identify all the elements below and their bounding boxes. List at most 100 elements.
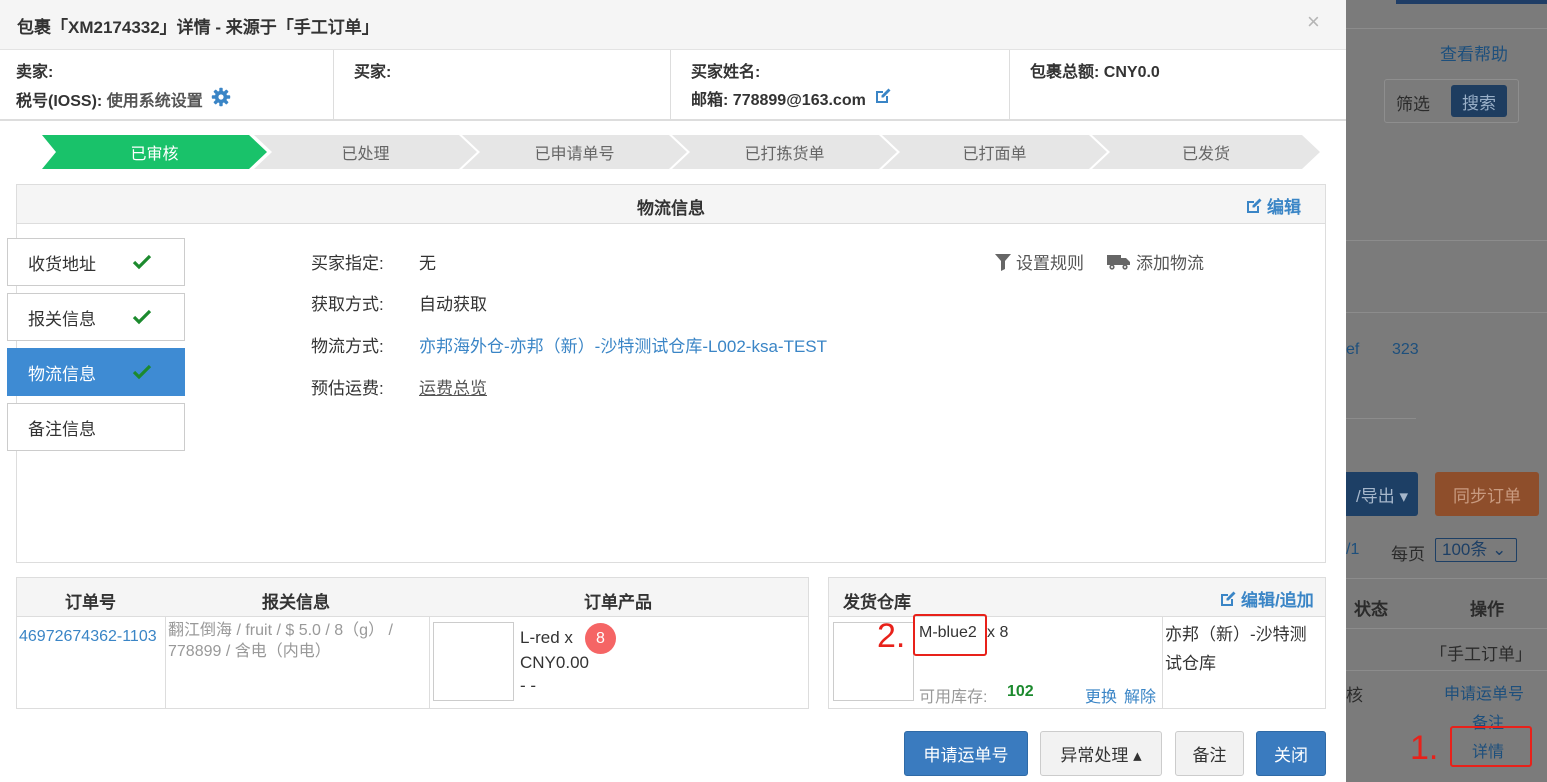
buyer-name-label: 买家姓名: [691, 64, 761, 81]
warehouse-edit-button[interactable]: 编辑/追加 [1219, 586, 1314, 611]
note-button[interactable]: 备注 [1175, 731, 1244, 776]
tab-customs-info[interactable]: 报关信息 [7, 293, 185, 341]
buyer-label: 买家: [354, 64, 392, 81]
step-label: 已处理 [341, 146, 390, 163]
tab-shipping-address[interactable]: 收货地址 [7, 238, 185, 286]
tax-row: 税号(IOSS): 使用系统设置 [16, 87, 333, 117]
order-no-header: 订单号 [65, 593, 116, 612]
buyer-cell: 买家: [334, 50, 671, 119]
tab-notes-info[interactable]: 备注信息 [7, 403, 185, 451]
background-header-strip [1396, 0, 1547, 4]
annotation-box-1 [1450, 726, 1532, 767]
step-picklist-printed: 已打拣货单 [672, 135, 897, 169]
tax-value: 使用系统设置 [106, 93, 203, 111]
warehouse-header: 发货仓库 编辑/追加 [829, 578, 1325, 617]
step-label: 已打面单 [962, 146, 1027, 163]
order-source-text: 「手工订单」 [1430, 645, 1532, 664]
remove-link[interactable]: 解除 [1124, 683, 1156, 707]
field-label-logistics-method: 物流方式: [311, 337, 384, 356]
product-image [433, 622, 514, 701]
set-rule-button[interactable]: 设置规则 [995, 249, 1084, 274]
sync-orders-button[interactable]: 同步订单 [1435, 472, 1539, 516]
export-button[interactable]: /导出 ▾ [1346, 472, 1418, 516]
step-label: 已发货 [1181, 146, 1230, 163]
search-button[interactable]: 搜索 [1451, 85, 1507, 117]
modal-title: 包裹「XM2174332」详情 - 来源于「手工订单」 [17, 18, 379, 37]
seller-label: 卖家: [16, 64, 54, 81]
exception-handling-button[interactable]: 异常处理 ▴ [1040, 731, 1162, 776]
edit-icon [1221, 591, 1236, 606]
close-icon[interactable]: × [1307, 9, 1320, 35]
truck-icon [1107, 254, 1130, 270]
step-label: 已申请单号 [534, 146, 615, 163]
edit-label: 编辑/追加 [1241, 591, 1314, 610]
filter-button[interactable]: 筛选 [1396, 90, 1430, 115]
edit-icon[interactable] [874, 87, 892, 115]
per-page-select[interactable]: 100条 ⌄ [1435, 538, 1517, 562]
background-divider [1346, 628, 1547, 629]
step-processed: 已处理 [254, 135, 477, 169]
tab-label: 物流信息 [28, 364, 96, 384]
close-button[interactable]: 关闭 [1256, 731, 1326, 776]
add-logistics-button[interactable]: 添加物流 [1107, 249, 1204, 274]
background-divider [1346, 312, 1547, 313]
background-divider [1346, 418, 1416, 419]
set-rule-label: 设置规则 [1016, 254, 1084, 273]
apply-tracking-button[interactable]: 申请运单号 [904, 731, 1028, 776]
warehouse-table: 发货仓库 编辑/追加 M-blue2 x 8 2. 可用库存: 102 更换 解… [828, 577, 1326, 709]
logistics-panel: 物流信息 编辑 [16, 184, 1326, 563]
change-link[interactable]: 更换 [1085, 683, 1117, 707]
apply-tracking-link[interactable]: 申请运单号 [1444, 680, 1524, 704]
step-tracking-applied: 已申请单号 [462, 135, 687, 169]
modal-header: 包裹「XM2174332」详情 - 来源于「手工订单」 × [0, 0, 1346, 50]
order-status-text: 核 [1346, 686, 1363, 705]
package-detail-modal: 包裹「XM2174332」详情 - 来源于「手工订单」 × 卖家: 税号(IOS… [0, 0, 1346, 782]
background-divider [1346, 240, 1547, 241]
seller-cell: 卖家: 税号(IOSS): 使用系统设置 [0, 50, 334, 119]
warehouse-column-divider [1162, 617, 1163, 709]
freight-overview-link[interactable]: 运费总览 [419, 374, 487, 399]
warehouse-title: 发货仓库 [843, 593, 911, 612]
field-value-buyer-specified: 无 [419, 254, 436, 273]
check-icon [132, 364, 152, 380]
step-label: 已打拣货单 [744, 146, 825, 163]
page-indicator: /1 [1346, 541, 1360, 558]
total-label: 包裹总额: [1030, 64, 1100, 81]
check-icon [132, 309, 152, 325]
help-link[interactable]: 查看帮助 [1440, 40, 1508, 65]
order-no-link[interactable]: 46972674362-1103 [19, 623, 165, 651]
order-table-header: 订单号 报关信息 订单产品 [17, 578, 808, 617]
product-extra: - - [520, 676, 537, 695]
field-label-fetch-method: 获取方式: [311, 295, 384, 314]
annotation-number-1: 1. [1410, 729, 1439, 767]
gear-icon[interactable] [211, 87, 231, 117]
stock-label: 可用库存: [919, 689, 988, 706]
logistics-method-link[interactable]: 亦邦海外仓-亦邦（新）-沙特测试仓库-L002-ksa-TEST [419, 332, 827, 357]
annotation-number-2: 2. [877, 617, 906, 655]
edit-label: 编辑 [1267, 198, 1301, 217]
stock-value: 102 [1007, 683, 1034, 700]
filter-icon [995, 253, 1011, 271]
email-label: 邮箱: [691, 92, 729, 110]
logistics-title: 物流信息 [637, 199, 705, 218]
background-cell-number[interactable]: 323 [1392, 341, 1419, 359]
operation-column-header: 操作 [1470, 600, 1504, 619]
step-label-printed: 已打面单 [882, 135, 1107, 169]
field-label-estimated-freight: 预估运费: [311, 379, 384, 398]
product-header: 订单产品 [584, 593, 652, 612]
tab-label: 收货地址 [28, 254, 96, 274]
field-value-fetch-method: 自动获取 [419, 295, 487, 314]
background-cell-text[interactable]: ef [1346, 341, 1359, 359]
background-page: 查看帮助 筛选 搜索 ef 323 /导出 ▾ 同步订单 /1 每页 100条 … [1346, 0, 1547, 782]
per-page-label: 每页 [1391, 545, 1425, 564]
product-name: L-red x [520, 628, 573, 647]
progress-steps: 已审核 已处理 已申请单号 已打拣货单 已打面单 已发货 [42, 135, 1320, 169]
add-logistics-label: 添加物流 [1136, 254, 1204, 273]
customs-info-text: 翻江倒海 / fruit / $ 5.0 / 8（g） / 778899 / 含… [168, 622, 393, 660]
tab-logistics-info[interactable]: 物流信息 [7, 348, 185, 396]
step-reviewed: 已审核 [42, 135, 267, 169]
side-tabs: 收货地址 报关信息 物流信息 备注信息 [7, 238, 185, 458]
logistics-edit-button[interactable]: 编辑 [1245, 193, 1301, 218]
tab-label: 报关信息 [28, 309, 96, 329]
customs-header: 报关信息 [262, 593, 330, 612]
